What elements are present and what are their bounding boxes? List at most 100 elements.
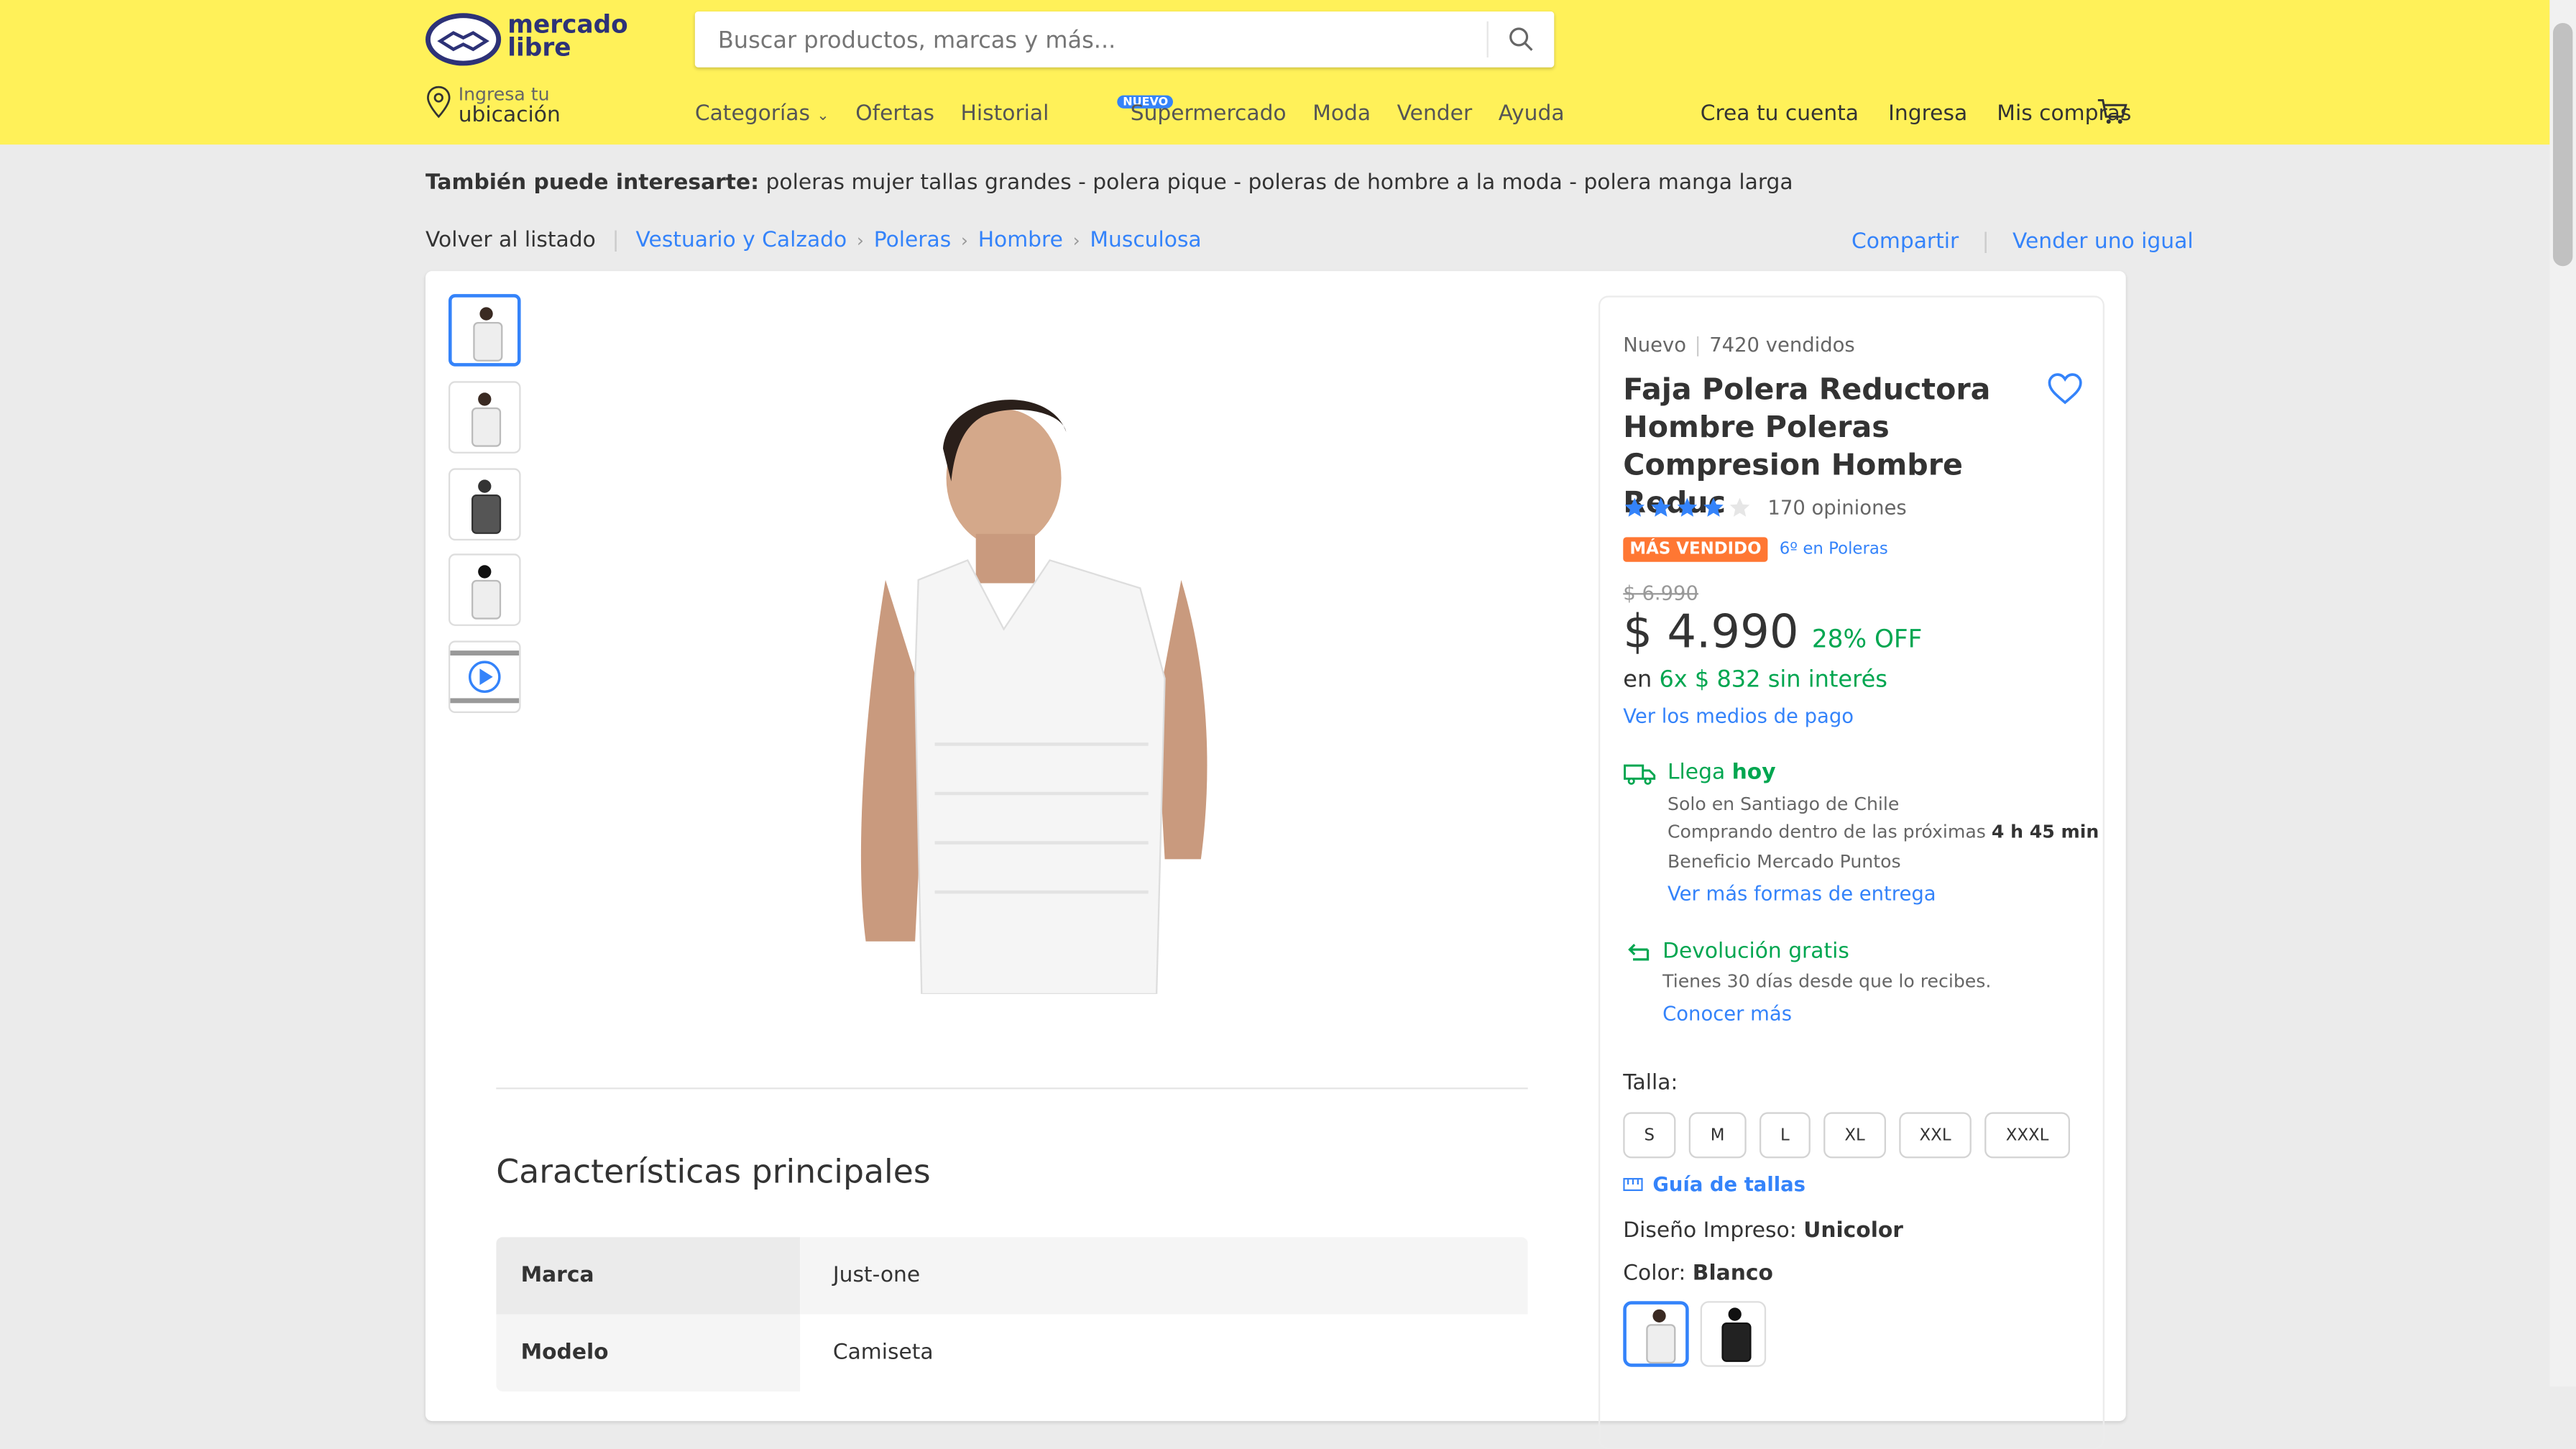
table-row: Marca Just-one (496, 1237, 1528, 1315)
play-video-icon (450, 650, 520, 704)
rating-stars[interactable]: 170 opiniones (1623, 496, 1907, 519)
nav-categories[interactable]: Categorías ⌄ (695, 102, 829, 126)
best-seller-badge: MÁS VENDIDO (1623, 537, 1768, 562)
size-guide-link[interactable]: Guía de tallas (1623, 1173, 1806, 1196)
color-swatch-white[interactable] (1623, 1301, 1689, 1367)
nav-help[interactable]: Ayuda (1499, 102, 1565, 126)
design-attribute: Diseño Impreso: Unicolor (1623, 1218, 1903, 1244)
features-table: Marca Just-one Modelo Camiseta (496, 1237, 1528, 1392)
breadcrumb-item[interactable]: Vestuario y Calzado (636, 229, 847, 253)
feature-key: Marca (496, 1237, 801, 1315)
gallery-video-thumbnail[interactable] (448, 640, 521, 713)
size-label: Talla: (1623, 1071, 1678, 1096)
share-actions: Compartir | Vender uno igual (1851, 229, 2194, 255)
heart-icon (2048, 373, 2082, 405)
main-nav: Categorías ⌄ Ofertas Historial NUEVOSupe… (695, 95, 1565, 126)
also-interest: También puede interesarte: poleras mujer… (426, 171, 1793, 196)
gallery-thumbnail[interactable] (448, 294, 521, 367)
chevron-down-icon: ⌄ (816, 108, 829, 125)
color-attribute: Color: Blanco (1623, 1261, 1773, 1287)
size-option[interactable]: XXL (1899, 1112, 1972, 1159)
payment-methods-link[interactable]: Ver los medios de pago (1623, 705, 1854, 728)
shipping-line: Beneficio Mercado Puntos (1667, 850, 1901, 873)
nav-supermarket[interactable]: NUEVOSupermercado (1075, 95, 1287, 126)
size-options: S M L XL XXL XXXL (1623, 1112, 2070, 1159)
nav-history[interactable]: Historial (961, 102, 1049, 126)
product-main-image[interactable] (852, 383, 1214, 995)
star-icon (1624, 497, 1644, 517)
chevron-right-icon: › (960, 229, 968, 252)
star-icon (1703, 497, 1724, 517)
shipping-line: Comprando dentro de las próximas 4 h 45 … (1667, 821, 2099, 843)
chevron-right-icon: › (856, 229, 864, 252)
scrollbar-thumb[interactable] (2552, 22, 2573, 267)
delivery-options-link[interactable]: Ver más formas de entrega (1668, 882, 1936, 905)
returns-title: Devolución gratis (1662, 939, 1849, 965)
create-account-link[interactable]: Crea tu cuenta (1701, 102, 1859, 126)
size-option[interactable]: M (1688, 1112, 1747, 1159)
share-link[interactable]: Compartir (1852, 230, 1959, 254)
gallery-thumbnail[interactable] (448, 468, 521, 540)
shipping-line: Solo en Santiago de Chile (1667, 793, 1900, 815)
table-row: Modelo Camiseta (496, 1314, 1528, 1392)
price: $ 4.990 28% OFF (1623, 604, 1922, 658)
star-icon (1677, 497, 1698, 517)
search-button[interactable] (1486, 21, 1555, 58)
breadcrumb: Volver al listado | Vestuario y Calzado … (425, 228, 1202, 253)
ruler-icon (1623, 1177, 1643, 1192)
breadcrumb-item[interactable]: Hombre (978, 229, 1063, 253)
badges: MÁS VENDIDO 6º en Poleras (1623, 537, 1888, 562)
favorite-button[interactable] (2047, 373, 2083, 413)
header: mercado libre Ingresa tu ubicación Categ… (0, 0, 2550, 145)
product-card: Características principales Marca Just-o… (425, 271, 2126, 1449)
location-pin-icon (427, 86, 451, 119)
category-rank-link[interactable]: 6º en Poleras (1780, 540, 1888, 558)
truck-icon (1624, 764, 1656, 785)
nav-offers[interactable]: Ofertas (855, 102, 934, 126)
gallery-thumbnail[interactable] (448, 381, 521, 454)
current-price: $ 4.990 (1623, 604, 1799, 659)
feature-value: Just-one (800, 1237, 1528, 1315)
installments: en 6x $ 832 sin interés (1623, 666, 1887, 694)
color-swatch-black[interactable] (1700, 1301, 1767, 1367)
size-option[interactable]: S (1623, 1112, 1676, 1159)
size-option[interactable]: L (1759, 1112, 1811, 1159)
star-empty-icon (1729, 497, 1750, 517)
returns-link[interactable]: Conocer más (1662, 1002, 1792, 1025)
size-option[interactable]: XL (1823, 1112, 1886, 1159)
original-price: $ 6.990 (1623, 581, 1698, 605)
return-icon (1628, 944, 1650, 961)
gallery-thumbnail[interactable] (448, 553, 521, 626)
buy-box: Nuevo | 7420 vendidos Faja Polera Reductor… (1598, 295, 2104, 1449)
cart-button[interactable] (2097, 97, 2130, 133)
search-bar (694, 11, 1555, 71)
reviews-count[interactable]: 170 opiniones (1767, 496, 1906, 519)
shipping-title: Llega hoy (1667, 760, 1776, 786)
mercadolibre-logo[interactable]: mercado libre (425, 12, 639, 69)
breadcrumb-item[interactable]: Musculosa (1090, 229, 1201, 253)
feature-key: Modelo (496, 1314, 801, 1392)
cart-icon (2097, 98, 2128, 124)
returns-sub: Tienes 30 días desde que lo recibes. (1662, 970, 1992, 993)
features-title: Características principales (496, 1151, 931, 1192)
condition-sold: Nuevo | 7420 vendidos (1623, 333, 1855, 356)
location-line1: Ingresa tu (458, 83, 550, 106)
discount-label: 28% OFF (1811, 624, 1923, 654)
location-line2: ubicación (458, 103, 561, 129)
sell-same-link[interactable]: Vender uno igual (2012, 230, 2194, 254)
size-option[interactable]: XXXL (1984, 1112, 2070, 1159)
divider (496, 1087, 1528, 1090)
user-nav: Crea tu cuenta Ingresa Mis compras (1701, 102, 2132, 126)
search-input[interactable] (714, 11, 1494, 71)
nav-sell[interactable]: Vender (1397, 102, 1472, 126)
also-interest-links[interactable]: poleras mujer tallas grandes - polera pi… (766, 171, 1793, 196)
feature-value: Camiseta (800, 1314, 1528, 1392)
chevron-right-icon: › (1072, 229, 1080, 252)
nav-fashion[interactable]: Moda (1312, 102, 1371, 126)
back-to-list-link[interactable]: Volver al listado (426, 229, 596, 253)
search-icon (1509, 27, 1533, 51)
also-interest-label: También puede interesarte: (425, 170, 760, 196)
breadcrumb-item[interactable]: Poleras (874, 229, 951, 253)
star-icon (1651, 497, 1671, 517)
login-link[interactable]: Ingresa (1888, 102, 1967, 126)
